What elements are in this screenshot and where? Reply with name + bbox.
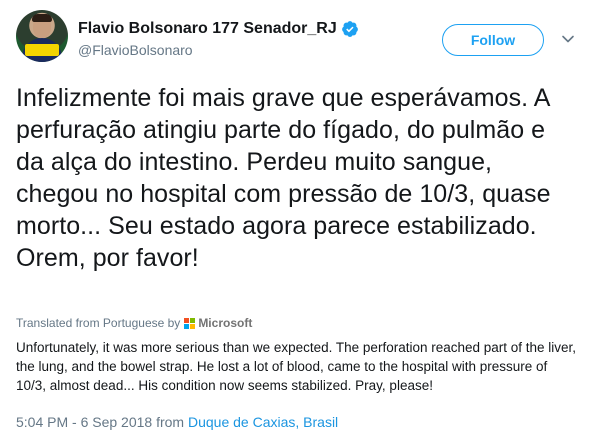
author-names[interactable]: Flavio Bolsonaro 177 Senador_RJ @FlavioB… [78, 20, 359, 58]
display-name[interactable]: Flavio Bolsonaro 177 Senador_RJ [78, 20, 337, 38]
tweet: Flavio Bolsonaro 177 Senador_RJ @FlavioB… [0, 0, 593, 442]
avatar[interactable] [16, 10, 68, 62]
verified-badge-icon [341, 21, 358, 37]
tweet-text: Infelizmente foi mais grave que esperáva… [16, 84, 551, 272]
tweet-timestamp[interactable]: 5:04 PM - 6 Sep 2018 [16, 414, 152, 430]
from-label: from [156, 414, 185, 430]
translation-attribution: Translated from Portuguese by Microsoft [16, 316, 252, 330]
chevron-down-icon[interactable] [561, 32, 575, 46]
follow-button[interactable]: Follow [442, 24, 544, 56]
handle[interactable]: @FlavioBolsonaro [78, 42, 359, 58]
tweet-translation: Unfortunately, it was more serious than … [16, 340, 577, 393]
tweet-metadata: 5:04 PM - 6 Sep 2018 from Duque de Caxia… [16, 414, 338, 430]
tweet-header: Flavio Bolsonaro 177 Senador_RJ @FlavioB… [16, 10, 577, 66]
microsoft-logo-icon [184, 317, 196, 329]
avatar-badge [25, 44, 59, 56]
translator-brand[interactable]: Microsoft [198, 316, 252, 330]
translated-from-label: Translated from Portuguese by [16, 316, 181, 330]
tweet-location[interactable]: Duque de Caxias, Brasil [188, 414, 338, 430]
avatar-hair [32, 14, 52, 22]
